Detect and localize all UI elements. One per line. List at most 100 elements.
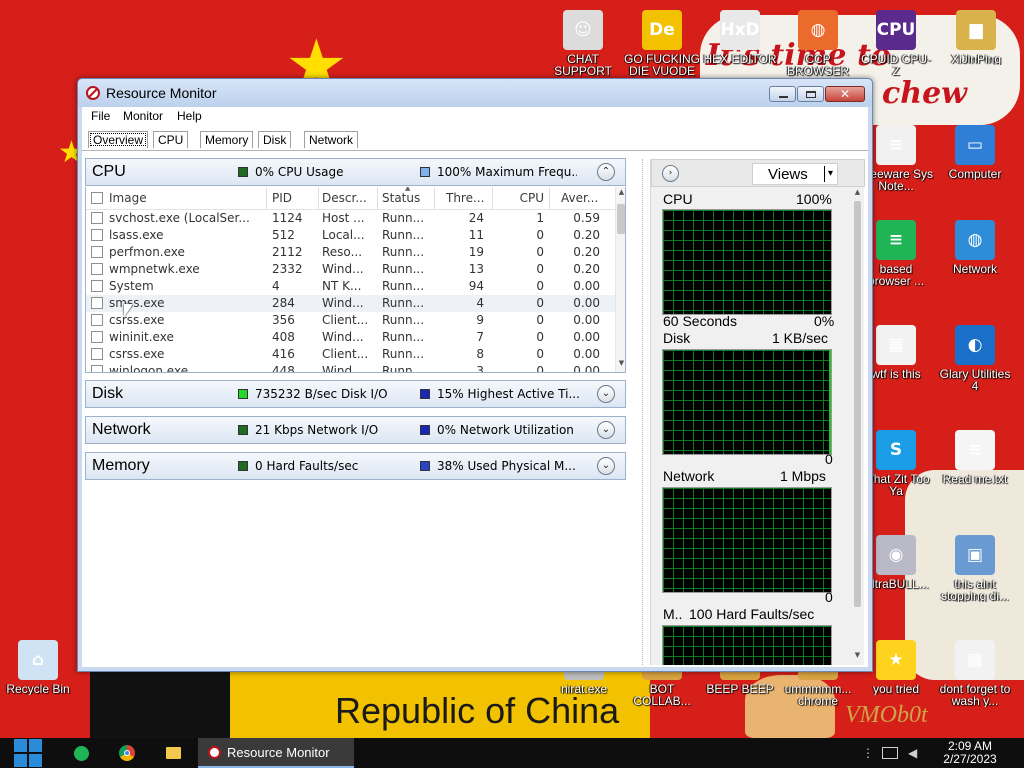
table-row[interactable]: lsass.exe 512 Local... Runn... 11 0 0.20 <box>86 227 615 244</box>
table-row[interactable]: wmpnetwk.exe 2332 Wind... Runn... 13 0 0.20 <box>86 261 615 278</box>
desktop-icon-label: Network <box>952 263 997 275</box>
desktop-icon[interactable]: ◍ CCP BROWSER <box>780 10 856 77</box>
row-checkbox[interactable] <box>91 246 103 258</box>
cpu-process-table: Image PID Descr... ▲ Status Thre... CPU … <box>85 187 626 373</box>
desktop-icon[interactable]: De GO FUCKING DIE VUODE <box>624 10 700 77</box>
minimize-button[interactable] <box>769 86 796 102</box>
scroll-up-icon[interactable]: ▲ <box>852 188 863 196</box>
table-row[interactable]: csrss.exe 356 Client... Runn... 9 0 0.00 <box>86 312 615 329</box>
row-checkbox[interactable] <box>91 314 103 326</box>
desktop-icon[interactable]: ≡ Read me.txt <box>937 430 1013 485</box>
table-row[interactable]: csrss.exe 416 Client... Runn... 8 0 0.00 <box>86 346 615 363</box>
tray-clock[interactable]: 2:09 AM 2/27/2023 <box>930 740 1010 766</box>
graphs-pane: › Views ▾ CPU 100% 60 Seconds 0% Disk 1 … <box>650 159 865 665</box>
scroll-up-icon[interactable]: ▲ <box>616 188 625 196</box>
table-row[interactable]: smss.exe 284 Wind... Runn... 4 0 0.00 <box>86 295 615 312</box>
expand-icon[interactable]: ⌄ <box>597 421 615 439</box>
taskbar-file-explorer[interactable] <box>158 738 188 768</box>
menu-monitor[interactable]: Monitor <box>123 109 163 123</box>
column-threads[interactable]: Thre... <box>446 187 490 210</box>
table-row[interactable]: perfmon.exe 2112 Reso... Runn... 19 0 0.20 <box>86 244 615 261</box>
taskbar-chrome[interactable] <box>112 738 142 768</box>
taskbar-resource-monitor[interactable]: Resource Monitor <box>198 738 354 768</box>
tray-overflow-icon[interactable]: ⋮ <box>862 746 874 760</box>
network-status-icon[interactable] <box>882 747 898 759</box>
tab-disk[interactable]: Disk <box>258 131 292 148</box>
taskbar-chat-app[interactable] <box>66 738 96 768</box>
start-button[interactable] <box>8 738 44 768</box>
memory-section-header[interactable]: Memory 0 Hard Faults/sec 38% Used Physic… <box>85 452 626 480</box>
maximize-button[interactable] <box>797 86 824 102</box>
desktop-icon[interactable]: ▆ XiJinPing <box>938 10 1014 65</box>
scroll-down-icon[interactable]: ▼ <box>852 651 863 659</box>
desktop-icon[interactable]: HxD HEX EDITOR <box>702 10 778 65</box>
process-pid-cell: 512 <box>272 228 295 242</box>
process-average-cpu-cell: 0.20 <box>573 228 600 242</box>
tab-cpu[interactable]: CPU <box>153 131 189 148</box>
row-checkbox[interactable] <box>91 365 103 372</box>
maximize-icon <box>806 91 816 98</box>
process-pid-cell: 284 <box>272 296 295 310</box>
process-description-cell: Client... <box>322 313 369 327</box>
desktop-icon[interactable]: ◍ Network <box>937 220 1013 275</box>
table-row[interactable]: System 4 NT K... Runn... 94 0 0.00 <box>86 278 615 295</box>
close-button[interactable]: ✕ <box>825 86 865 102</box>
row-checkbox[interactable] <box>91 212 103 224</box>
desktop-icon[interactable]: ◐ Glary Utilities 4 <box>937 325 1013 392</box>
select-all-checkbox[interactable] <box>91 192 103 204</box>
desktop-icon[interactable]: ☺ CHAT SUPPORT <box>545 10 621 77</box>
expand-pane-icon[interactable]: › <box>662 165 679 182</box>
volume-icon[interactable]: ◀ <box>908 746 917 760</box>
table-row[interactable]: svchost.exe (LocalSer... 1124 Host ... Runn… <box>86 210 615 227</box>
row-checkbox[interactable] <box>91 229 103 241</box>
column-divider <box>377 187 378 210</box>
process-pid-cell: 2332 <box>272 262 303 276</box>
desktop-icon[interactable]: CPU CPUID CPU-Z <box>858 10 934 77</box>
table-row[interactable]: wininit.exe 408 Wind... Runn... 7 0 0.00 <box>86 329 615 346</box>
process-description-cell: Local... <box>322 228 365 242</box>
title-bar[interactable]: Resource Monitor ✕ <box>78 79 872 107</box>
column-cpu[interactable]: CPU <box>506 187 544 210</box>
menu-file[interactable]: File <box>91 109 110 123</box>
desktop-icon[interactable]: ▣ this aint stopping di... <box>937 535 1013 602</box>
column-description[interactable]: Descr... <box>322 187 378 210</box>
tab-network[interactable]: Network <box>304 131 359 148</box>
process-status-cell: Runn... <box>382 364 425 373</box>
desktop-icon[interactable]: ⌂ Recycle Bin <box>0 640 76 695</box>
vertical-scrollbar[interactable]: ▲ ▼ <box>615 187 625 372</box>
tab-memory[interactable]: Memory <box>200 131 254 148</box>
column-status[interactable]: Status <box>382 187 434 210</box>
row-checkbox[interactable] <box>91 263 103 275</box>
row-checkbox[interactable] <box>91 348 103 360</box>
process-pid-cell: 448 <box>272 364 295 373</box>
expand-icon[interactable]: ⌄ <box>597 385 615 403</box>
table-row[interactable]: winlogon.exe 448 Wind... Runn... 3 0 0.00 <box>86 363 615 373</box>
views-dropdown[interactable]: Views ▾ <box>752 163 838 185</box>
row-checkbox[interactable] <box>91 280 103 292</box>
column-average-cpu[interactable]: Aver... <box>561 187 609 210</box>
hex-editor-icon: HxD <box>720 10 760 50</box>
process-threads-cell: 11 <box>468 228 484 242</box>
scroll-down-icon[interactable]: ▼ <box>616 359 625 367</box>
cpu-section-header[interactable]: CPU 0% CPU Usage 100% Maximum Frequ... ⌃ <box>85 158 626 186</box>
pane-splitter[interactable] <box>642 159 646 665</box>
menu-help[interactable]: Help <box>177 109 202 123</box>
desktop-icon[interactable]: ▦ dont forget to wash y... <box>937 640 1013 707</box>
network-io-stat: 21 Kbps Network I/O <box>255 423 379 437</box>
network-section-header[interactable]: Network 21 Kbps Network I/O 0% Network U… <box>85 416 626 444</box>
scrollbar-thumb[interactable] <box>617 204 625 234</box>
disk-section-header[interactable]: Disk 735232 B/sec Disk I/O 15% Highest A… <box>85 380 626 408</box>
window-title: Resource Monitor <box>106 85 217 101</box>
row-checkbox[interactable] <box>91 331 103 343</box>
collapse-icon[interactable]: ⌃ <box>597 163 615 181</box>
row-checkbox[interactable] <box>91 297 103 309</box>
expand-icon[interactable]: ⌄ <box>597 457 615 475</box>
desktop-icon[interactable]: ▭ Computer <box>937 125 1013 180</box>
tab-overview[interactable]: Overview <box>88 131 149 148</box>
overview-sections: CPU 0% CPU Usage 100% Maximum Frequ... ⌃… <box>85 155 629 661</box>
process-threads-cell: 13 <box>468 262 484 276</box>
vertical-scrollbar[interactable]: ▲ ▼ <box>851 187 864 665</box>
column-image[interactable]: Image <box>109 187 259 210</box>
scrollbar-thumb[interactable] <box>854 201 861 607</box>
column-pid[interactable]: PID <box>272 187 317 210</box>
